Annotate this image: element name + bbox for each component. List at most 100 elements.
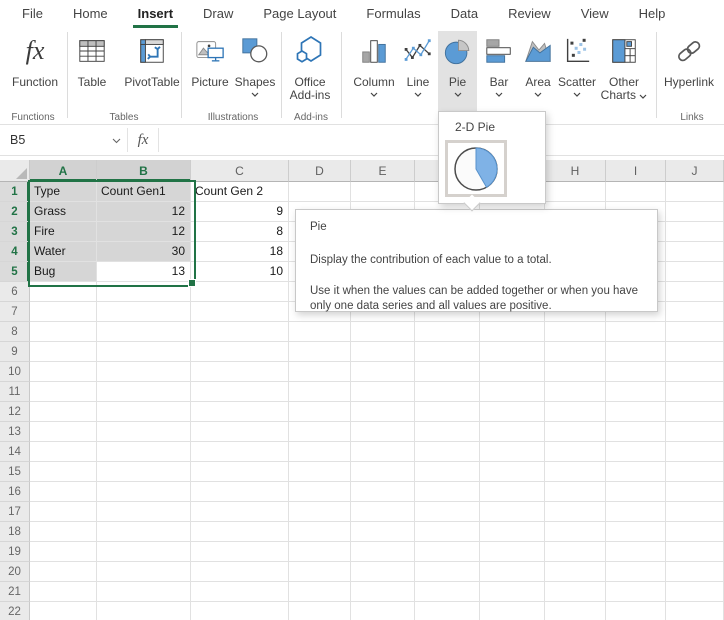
cell-J8[interactable] [666, 322, 724, 342]
other-charts-button[interactable]: Other Charts [600, 31, 648, 102]
row-header-13[interactable]: 13 [0, 422, 30, 442]
cell-F17[interactable] [415, 502, 480, 522]
tab-view[interactable]: View [581, 0, 609, 28]
cell-H18[interactable] [545, 522, 606, 542]
col-header-B[interactable]: B [97, 160, 191, 182]
cell-B5[interactable]: 13 [97, 262, 191, 282]
name-box-chevron-icon[interactable] [112, 138, 121, 144]
cell-D17[interactable] [289, 502, 351, 522]
row-header-12[interactable]: 12 [0, 402, 30, 422]
cell-B10[interactable] [97, 362, 191, 382]
cell-H20[interactable] [545, 562, 606, 582]
cell-J2[interactable] [666, 202, 724, 222]
cell-A21[interactable] [30, 582, 97, 602]
tab-review[interactable]: Review [508, 0, 551, 28]
cell-A11[interactable] [30, 382, 97, 402]
cell-J12[interactable] [666, 402, 724, 422]
cell-H21[interactable] [545, 582, 606, 602]
cell-A2[interactable]: Grass [30, 202, 97, 222]
tab-file[interactable]: File [22, 0, 43, 28]
cell-A9[interactable] [30, 342, 97, 362]
cell-B15[interactable] [97, 462, 191, 482]
line-chart-button[interactable]: Line [400, 31, 436, 97]
2d-pie-option[interactable] [445, 140, 507, 197]
cell-C3[interactable]: 8 [191, 222, 289, 242]
cell-I1[interactable] [606, 182, 666, 202]
cell-E13[interactable] [351, 422, 415, 442]
row-header-21[interactable]: 21 [0, 582, 30, 602]
cell-G18[interactable] [480, 522, 545, 542]
cell-G11[interactable] [480, 382, 545, 402]
row-header-9[interactable]: 9 [0, 342, 30, 362]
cell-G20[interactable] [480, 562, 545, 582]
row-header-6[interactable]: 6 [0, 282, 30, 302]
cell-A4[interactable]: Water [30, 242, 97, 262]
fill-handle[interactable] [188, 279, 196, 287]
cell-A8[interactable] [30, 322, 97, 342]
cell-A12[interactable] [30, 402, 97, 422]
cell-I11[interactable] [606, 382, 666, 402]
cell-B6[interactable] [97, 282, 191, 302]
cell-H14[interactable] [545, 442, 606, 462]
tab-insert[interactable]: Insert [138, 0, 173, 28]
cell-H19[interactable] [545, 542, 606, 562]
cell-H8[interactable] [545, 322, 606, 342]
cell-H17[interactable] [545, 502, 606, 522]
cell-E21[interactable] [351, 582, 415, 602]
cell-C8[interactable] [191, 322, 289, 342]
cell-G16[interactable] [480, 482, 545, 502]
cell-F11[interactable] [415, 382, 480, 402]
cell-C17[interactable] [191, 502, 289, 522]
cell-A16[interactable] [30, 482, 97, 502]
cell-D13[interactable] [289, 422, 351, 442]
col-header-C[interactable]: C [191, 160, 289, 182]
cell-A22[interactable] [30, 602, 97, 620]
shapes-button[interactable]: Shapes [234, 31, 276, 97]
tab-formulas[interactable]: Formulas [366, 0, 420, 28]
row-header-2[interactable]: 2 [0, 202, 30, 222]
row-header-5[interactable]: 5 [0, 262, 30, 282]
cell-E17[interactable] [351, 502, 415, 522]
cell-A20[interactable] [30, 562, 97, 582]
cell-C18[interactable] [191, 522, 289, 542]
pivottable-button[interactable]: PivotTable [114, 31, 190, 89]
cell-D1[interactable] [289, 182, 351, 202]
row-header-8[interactable]: 8 [0, 322, 30, 342]
col-header-E[interactable]: E [351, 160, 415, 182]
cell-J20[interactable] [666, 562, 724, 582]
cell-F12[interactable] [415, 402, 480, 422]
cell-G13[interactable] [480, 422, 545, 442]
cell-C9[interactable] [191, 342, 289, 362]
cell-D15[interactable] [289, 462, 351, 482]
area-chart-button[interactable]: Area [520, 31, 556, 97]
cell-G10[interactable] [480, 362, 545, 382]
cell-J13[interactable] [666, 422, 724, 442]
column-chart-button[interactable]: Column [350, 31, 398, 97]
cell-B12[interactable] [97, 402, 191, 422]
cell-E19[interactable] [351, 542, 415, 562]
cell-I19[interactable] [606, 542, 666, 562]
cell-I14[interactable] [606, 442, 666, 462]
row-header-16[interactable]: 16 [0, 482, 30, 502]
cell-H9[interactable] [545, 342, 606, 362]
cell-B16[interactable] [97, 482, 191, 502]
cell-G19[interactable] [480, 542, 545, 562]
cell-B14[interactable] [97, 442, 191, 462]
cell-J3[interactable] [666, 222, 724, 242]
col-header-D[interactable]: D [289, 160, 351, 182]
tab-help[interactable]: Help [639, 0, 666, 28]
cell-H12[interactable] [545, 402, 606, 422]
select-all-corner[interactable] [0, 160, 30, 182]
cell-D20[interactable] [289, 562, 351, 582]
row-header-15[interactable]: 15 [0, 462, 30, 482]
scatter-chart-button[interactable]: Scatter [556, 31, 598, 97]
cell-C6[interactable] [191, 282, 289, 302]
cell-I12[interactable] [606, 402, 666, 422]
tab-draw[interactable]: Draw [203, 0, 233, 28]
cell-A13[interactable] [30, 422, 97, 442]
cell-D21[interactable] [289, 582, 351, 602]
cell-C11[interactable] [191, 382, 289, 402]
cell-H10[interactable] [545, 362, 606, 382]
cell-C20[interactable] [191, 562, 289, 582]
cell-B3[interactable]: 12 [97, 222, 191, 242]
